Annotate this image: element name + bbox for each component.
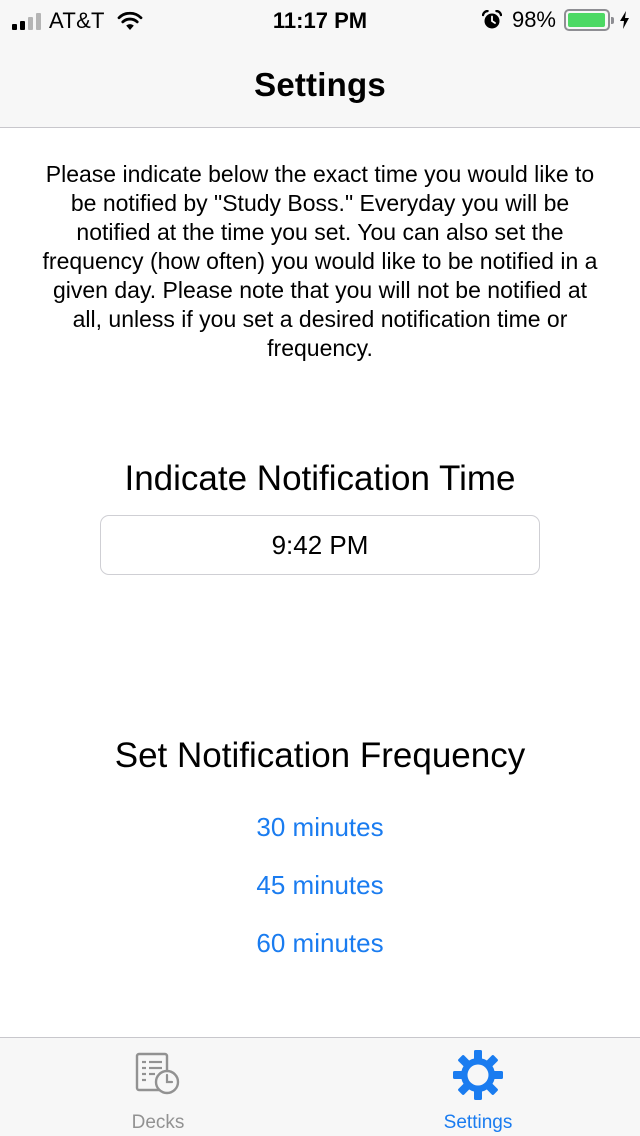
notification-time-field[interactable]: 9:42 PM <box>100 515 540 575</box>
battery-percent: 98% <box>511 7 556 32</box>
charging-icon <box>620 11 629 29</box>
frequency-60-minutes-button[interactable]: 60 minutes <box>0 928 640 959</box>
page-title: Settings <box>254 66 386 103</box>
navigation-bar: Settings <box>0 40 640 128</box>
notification-time-heading: Indicate Notification Time <box>124 459 516 498</box>
settings-screen: AT&T 11:17 PM 98% Settings Please indica… <box>0 0 640 1136</box>
status-bar: AT&T 11:17 PM 98% <box>0 0 640 40</box>
gear-icon <box>453 1050 503 1100</box>
intro-text: Please indicate below the exact time you… <box>42 161 598 361</box>
status-right: 98% <box>481 7 630 33</box>
decks-icon <box>135 1052 180 1095</box>
battery-tip <box>611 17 614 24</box>
frequency-30-minutes-button[interactable]: 30 minutes <box>0 812 640 843</box>
tab-decks-label: Decks <box>131 1112 185 1133</box>
frequency-45-minutes-button[interactable]: 45 minutes <box>0 870 640 901</box>
battery-fill <box>568 13 606 27</box>
tab-decks[interactable]: Decks <box>0 1038 320 1136</box>
battery-icon <box>564 9 614 31</box>
notification-frequency-heading: Set Notification Frequency <box>114 736 526 775</box>
tab-bar: Decks Settings <box>0 1037 640 1136</box>
tab-settings-label: Settings <box>443 1112 513 1133</box>
alarm-icon <box>481 10 502 29</box>
tab-settings[interactable]: Settings <box>320 1038 640 1136</box>
